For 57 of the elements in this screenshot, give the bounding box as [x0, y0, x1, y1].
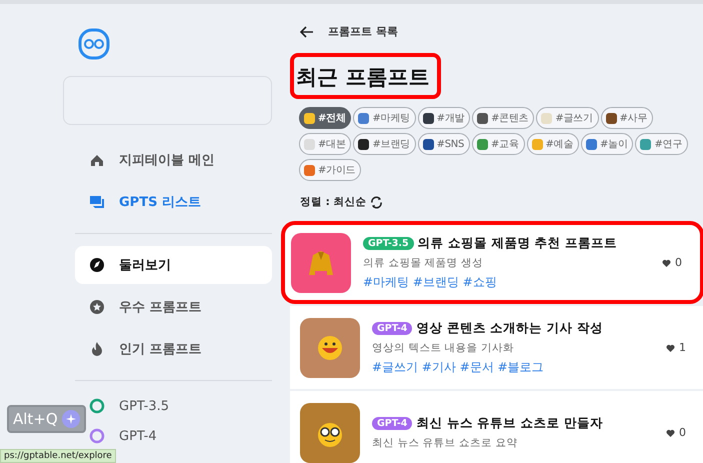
prompt-description: 영상의 텍스트 내용을 기사화 [372, 340, 516, 354]
prompt-title: 최신 뉴스 유튜브 쇼츠로 만들자 [416, 415, 603, 432]
heart-icon [666, 344, 675, 352]
page-title: 최근 프롬프트 [290, 53, 442, 99]
compass-icon [89, 257, 105, 273]
prompt-card[interactable]: GPT-4 영상 콘텐츠 소개하는 기사 작성 영상의 텍스트 내용을 기사화 #글쓰기 #기사 #문서 #블로그 1 [290, 306, 703, 389]
sidebar-item[interactable]: GPTS 리스트 [75, 183, 272, 221]
smiley-icon [318, 336, 342, 360]
sidebar-item[interactable]: GPT-4 [89, 421, 157, 451]
sparkle-icon [62, 410, 80, 428]
tag-chip[interactable]: #글쓰기 [536, 107, 599, 129]
heart-icon [662, 258, 671, 266]
tag-chip[interactable]: #마케팅 [353, 107, 416, 129]
sort-label: 정렬 : 최신순 [300, 195, 367, 209]
coat-icon [309, 250, 333, 274]
sidebar-item[interactable]: 지피테이블 메인 [75, 141, 272, 179]
like-count: 0 [675, 256, 682, 269]
sidebar-item[interactable]: 둘러보기 [75, 246, 272, 284]
model-badge: GPT-4 [372, 417, 412, 430]
prompt-tags: #마케팅 #브랜딩 #쇼핑 [363, 274, 650, 290]
prompt-card[interactable]: GPT-3.5 의류 쇼핑몰 제품명 추천 프롬프트 의류 쇼핑몰 제품명 생성 #마케팅 #브랜딩 #쇼핑 0 [281, 221, 703, 304]
breadcrumb-label: 프롬프트 목록 [328, 24, 398, 39]
tag-chip[interactable]: #개발 [418, 107, 470, 129]
model-badge: GPT-4 [372, 322, 412, 334]
like-count: 1 [679, 341, 686, 354]
prompt-title: 의류 쇼핑몰 제품명 추천 프롬프트 [418, 234, 618, 252]
tag-chip[interactable]: #브랜딩 [353, 133, 416, 155]
home-icon [89, 152, 105, 168]
sidebar-item[interactable]: 우수 프롬프트 [75, 288, 272, 326]
back-arrow-icon[interactable] [300, 26, 314, 38]
prompt-description: 의류 쇼핑몰 제품명 생성 [363, 256, 484, 270]
prompt-card[interactable]: GPT-4 최신 뉴스 유튜브 쇼츠로 만들자 최신 뉴스 유튜브 쇼츠로 요약 0 [290, 391, 703, 463]
sidebar-item[interactable]: 인기 프롬프트 [75, 330, 272, 368]
prompt-description: 최신 뉴스 유튜브 쇼츠로 요약 [372, 436, 518, 450]
tag-chip[interactable]: #사무 [600, 107, 654, 129]
prompt-title: 영상 콘텐츠 소개하는 기사 작성 [416, 320, 603, 336]
heart-icon [666, 428, 675, 436]
prompt-tags: #글쓰기 #기사 #문서 #블로그 [372, 358, 654, 376]
tag-chip[interactable]: #콘텐츠 [472, 107, 534, 129]
tag-chip[interactable]: #가이드 [299, 159, 362, 181]
tag-chip[interactable]: #교육 [472, 133, 525, 155]
tag-chip[interactable]: #예술 [526, 133, 579, 155]
nerd-face-icon [318, 422, 342, 446]
tag-chip[interactable]: #놀이 [581, 133, 634, 155]
tag-chip[interactable]: #대본 [299, 133, 352, 155]
model-badge: GPT-3.5 [363, 236, 414, 250]
tag-chip[interactable]: #전체 [299, 107, 352, 129]
logo-icon[interactable] [78, 28, 110, 60]
status-url: ps://gptable.net/explore [0, 449, 116, 463]
chat-icon [89, 194, 105, 210]
shortcut-label: Alt+Q [13, 410, 58, 428]
sidebar-item[interactable]: GPT-3.5 [89, 391, 170, 421]
like-count: 0 [679, 426, 686, 439]
refresh-icon[interactable] [370, 196, 383, 208]
flame-icon [89, 341, 105, 357]
tag-chip[interactable]: #SNS [418, 133, 470, 155]
tag-chip[interactable]: #연구 [635, 133, 688, 155]
